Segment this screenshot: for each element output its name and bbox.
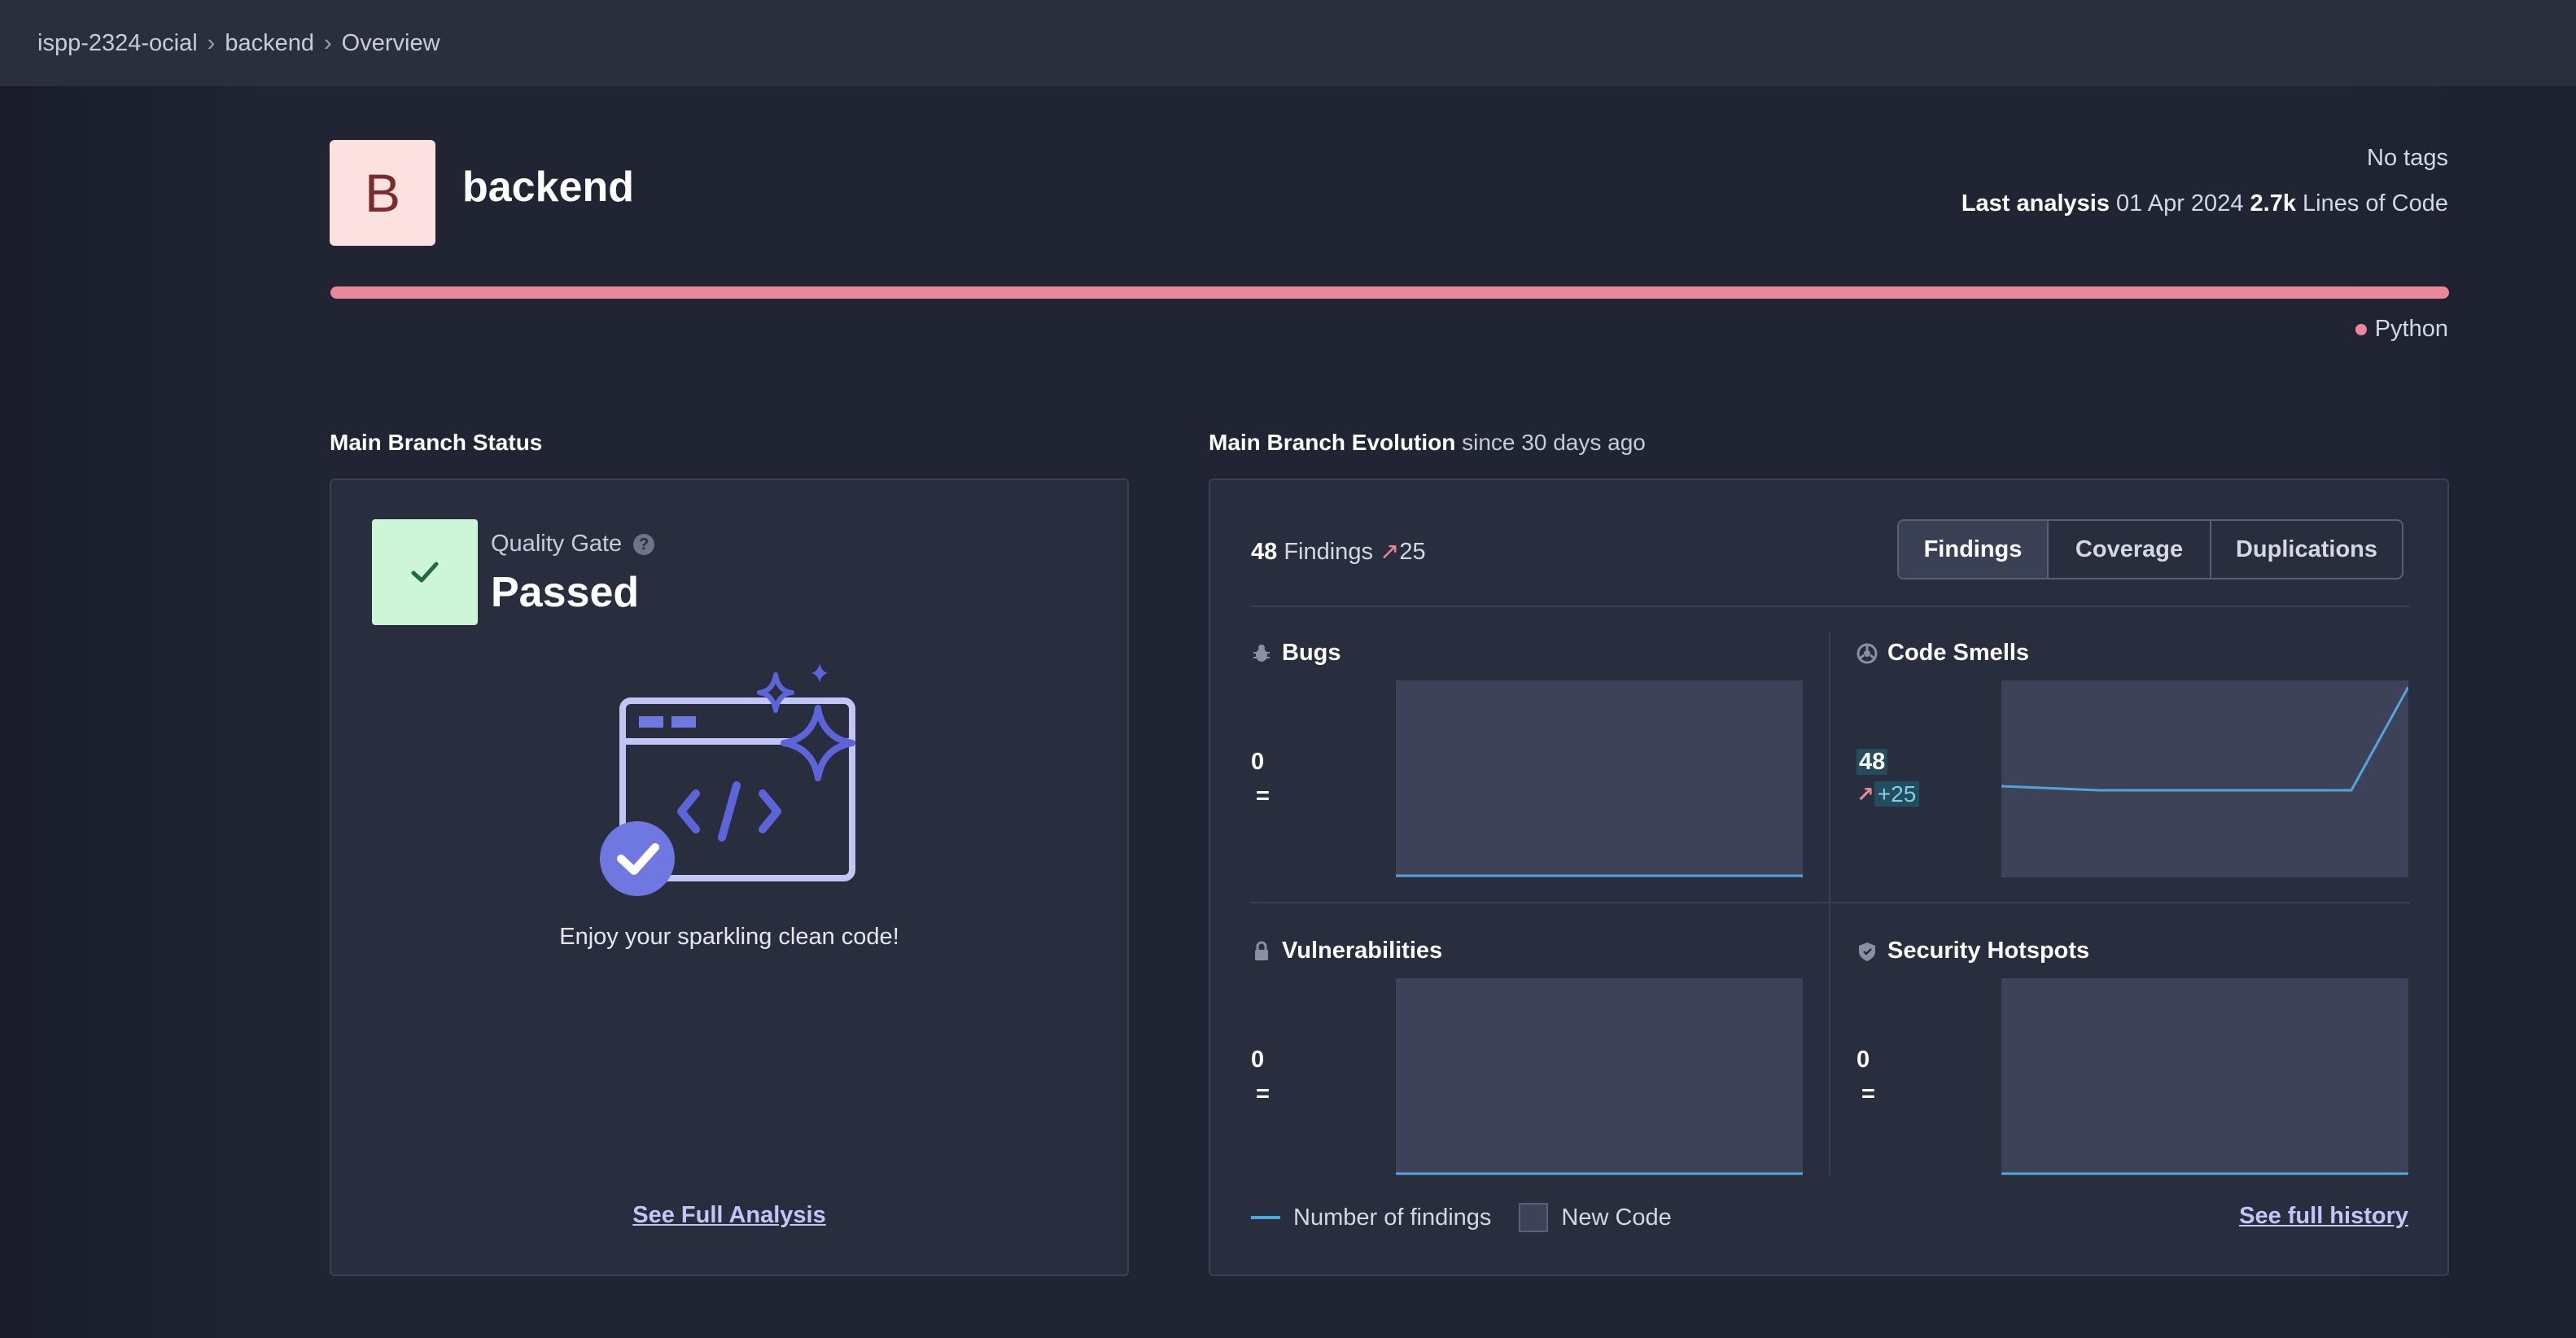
quality-gate-status: Passed (491, 569, 640, 616)
vulnerabilities-title: Vulnerabilities (1251, 938, 1442, 964)
quality-gate-label: Quality Gate ? (491, 531, 655, 558)
lines-of-code-label: Lines of Code (2303, 190, 2448, 216)
code-smells-value: 48 (1857, 749, 1888, 776)
findings-trend: 25 (1399, 539, 1426, 565)
security-hotspots-title: Security Hotspots (1857, 938, 2089, 964)
project-title: backend (462, 164, 634, 211)
code-smells-title: Code Smells (1857, 640, 2029, 667)
trend-up-icon: ↗ (1857, 782, 1874, 807)
language-dot-icon (2355, 323, 2367, 335)
bugs-chart (1396, 680, 1803, 877)
language-name: Python (2374, 316, 2448, 342)
bugs-title: Bugs (1251, 640, 1341, 667)
trend-up-icon: ↗ (1380, 539, 1400, 565)
evolution-since: since 30 days ago (1462, 430, 1646, 455)
language-legend: Python (2355, 316, 2448, 343)
header-divider (1251, 606, 2410, 607)
quality-gate-label-text: Quality Gate (491, 531, 623, 557)
column-divider (1829, 632, 1830, 1177)
breadcrumb-organization[interactable]: ispp-2324-ocial (37, 30, 198, 57)
bugs-delta: = (1256, 783, 1270, 809)
vulnerabilities-label: Vulnerabilities (1282, 938, 1443, 964)
lines-of-code-value: 2.7k (2250, 190, 2296, 216)
see-full-analysis-link[interactable]: See Full Analysis (632, 1202, 825, 1228)
security-hotspots-label: Security Hotspots (1887, 938, 2090, 964)
clean-code-message: Enjoy your sparkling clean code! (559, 924, 899, 950)
vulnerabilities-value: 0 (1251, 1047, 1265, 1073)
evolution-title-text: Main Branch Evolution (1209, 430, 1456, 455)
breadcrumb-separator: › (324, 29, 332, 56)
code-smell-icon (1857, 643, 1878, 664)
findings-line-icon (1251, 1216, 1280, 1219)
last-analysis-label: Last analysis (1961, 190, 2110, 216)
passed-check-icon (372, 519, 478, 625)
project-meta: Last analysis 01 Apr 2024 2.7k Lines of … (1962, 190, 2448, 217)
tab-findings[interactable]: Findings (1899, 521, 2049, 578)
security-hotspots-chart (2001, 978, 2408, 1175)
row-divider (1251, 902, 2410, 903)
project-tags[interactable]: No tags (2367, 145, 2448, 172)
code-smells-delta-text: +25 (1874, 781, 1920, 807)
code-smells-delta: ↗ +25 (1857, 781, 1920, 808)
quality-gate-card: Quality Gate ? Passed Enjoy your sparkli… (330, 479, 1129, 1276)
project-avatar: B (330, 140, 435, 246)
bugs-label: Bugs (1282, 640, 1341, 666)
see-full-history-link[interactable]: See full history (2239, 1203, 2408, 1229)
main-branch-evolution-title: Main Branch Evolution since 30 days ago (1209, 430, 1646, 456)
breadcrumb-project[interactable]: backend (225, 30, 314, 57)
breadcrumb-separator: › (207, 29, 216, 56)
code-smells-value-text: 48 (1857, 749, 1888, 775)
evolution-tabs: Findings Coverage Duplications (1897, 519, 2403, 579)
main-branch-status-title: Main Branch Status (330, 430, 543, 455)
help-icon[interactable]: ? (633, 533, 655, 555)
new-code-swatch-icon (1519, 1203, 1549, 1232)
code-smells-label: Code Smells (1887, 640, 2030, 666)
code-smells-chart (2001, 680, 2410, 877)
findings-summary: 48 Findings ↗25 (1251, 537, 1426, 566)
tab-duplications[interactable]: Duplications (2211, 521, 2402, 578)
security-hotspots-value: 0 (1857, 1047, 1870, 1073)
lock-icon (1251, 941, 1272, 962)
findings-count: 48 (1251, 539, 1278, 565)
tab-coverage[interactable]: Coverage (2049, 521, 2211, 578)
last-analysis-date: 01 Apr 2024 (2116, 190, 2244, 216)
legend-new-code-label: New Code (1561, 1204, 1672, 1231)
breadcrumb-page[interactable]: Overview (342, 30, 440, 57)
bugs-value: 0 (1251, 749, 1265, 775)
security-hotspots-delta: = (1861, 1081, 1875, 1107)
shield-icon (1857, 941, 1878, 962)
clean-code-illustration-icon (600, 663, 855, 896)
findings-label: Findings (1284, 539, 1373, 565)
vulnerabilities-delta: = (1256, 1081, 1270, 1107)
language-distribution-bar (330, 286, 2449, 299)
legend-findings-label: Number of findings (1293, 1204, 1492, 1231)
branch-evolution-card: 48 Findings ↗25 Findings Coverage Duplic… (1209, 479, 2449, 1276)
bug-icon (1251, 643, 1272, 664)
vulnerabilities-chart (1396, 978, 1803, 1175)
breadcrumb: ispp-2324-ocial › backend › Overview (0, 0, 2576, 86)
chart-legend: Number of findings New Code (1251, 1203, 1672, 1232)
